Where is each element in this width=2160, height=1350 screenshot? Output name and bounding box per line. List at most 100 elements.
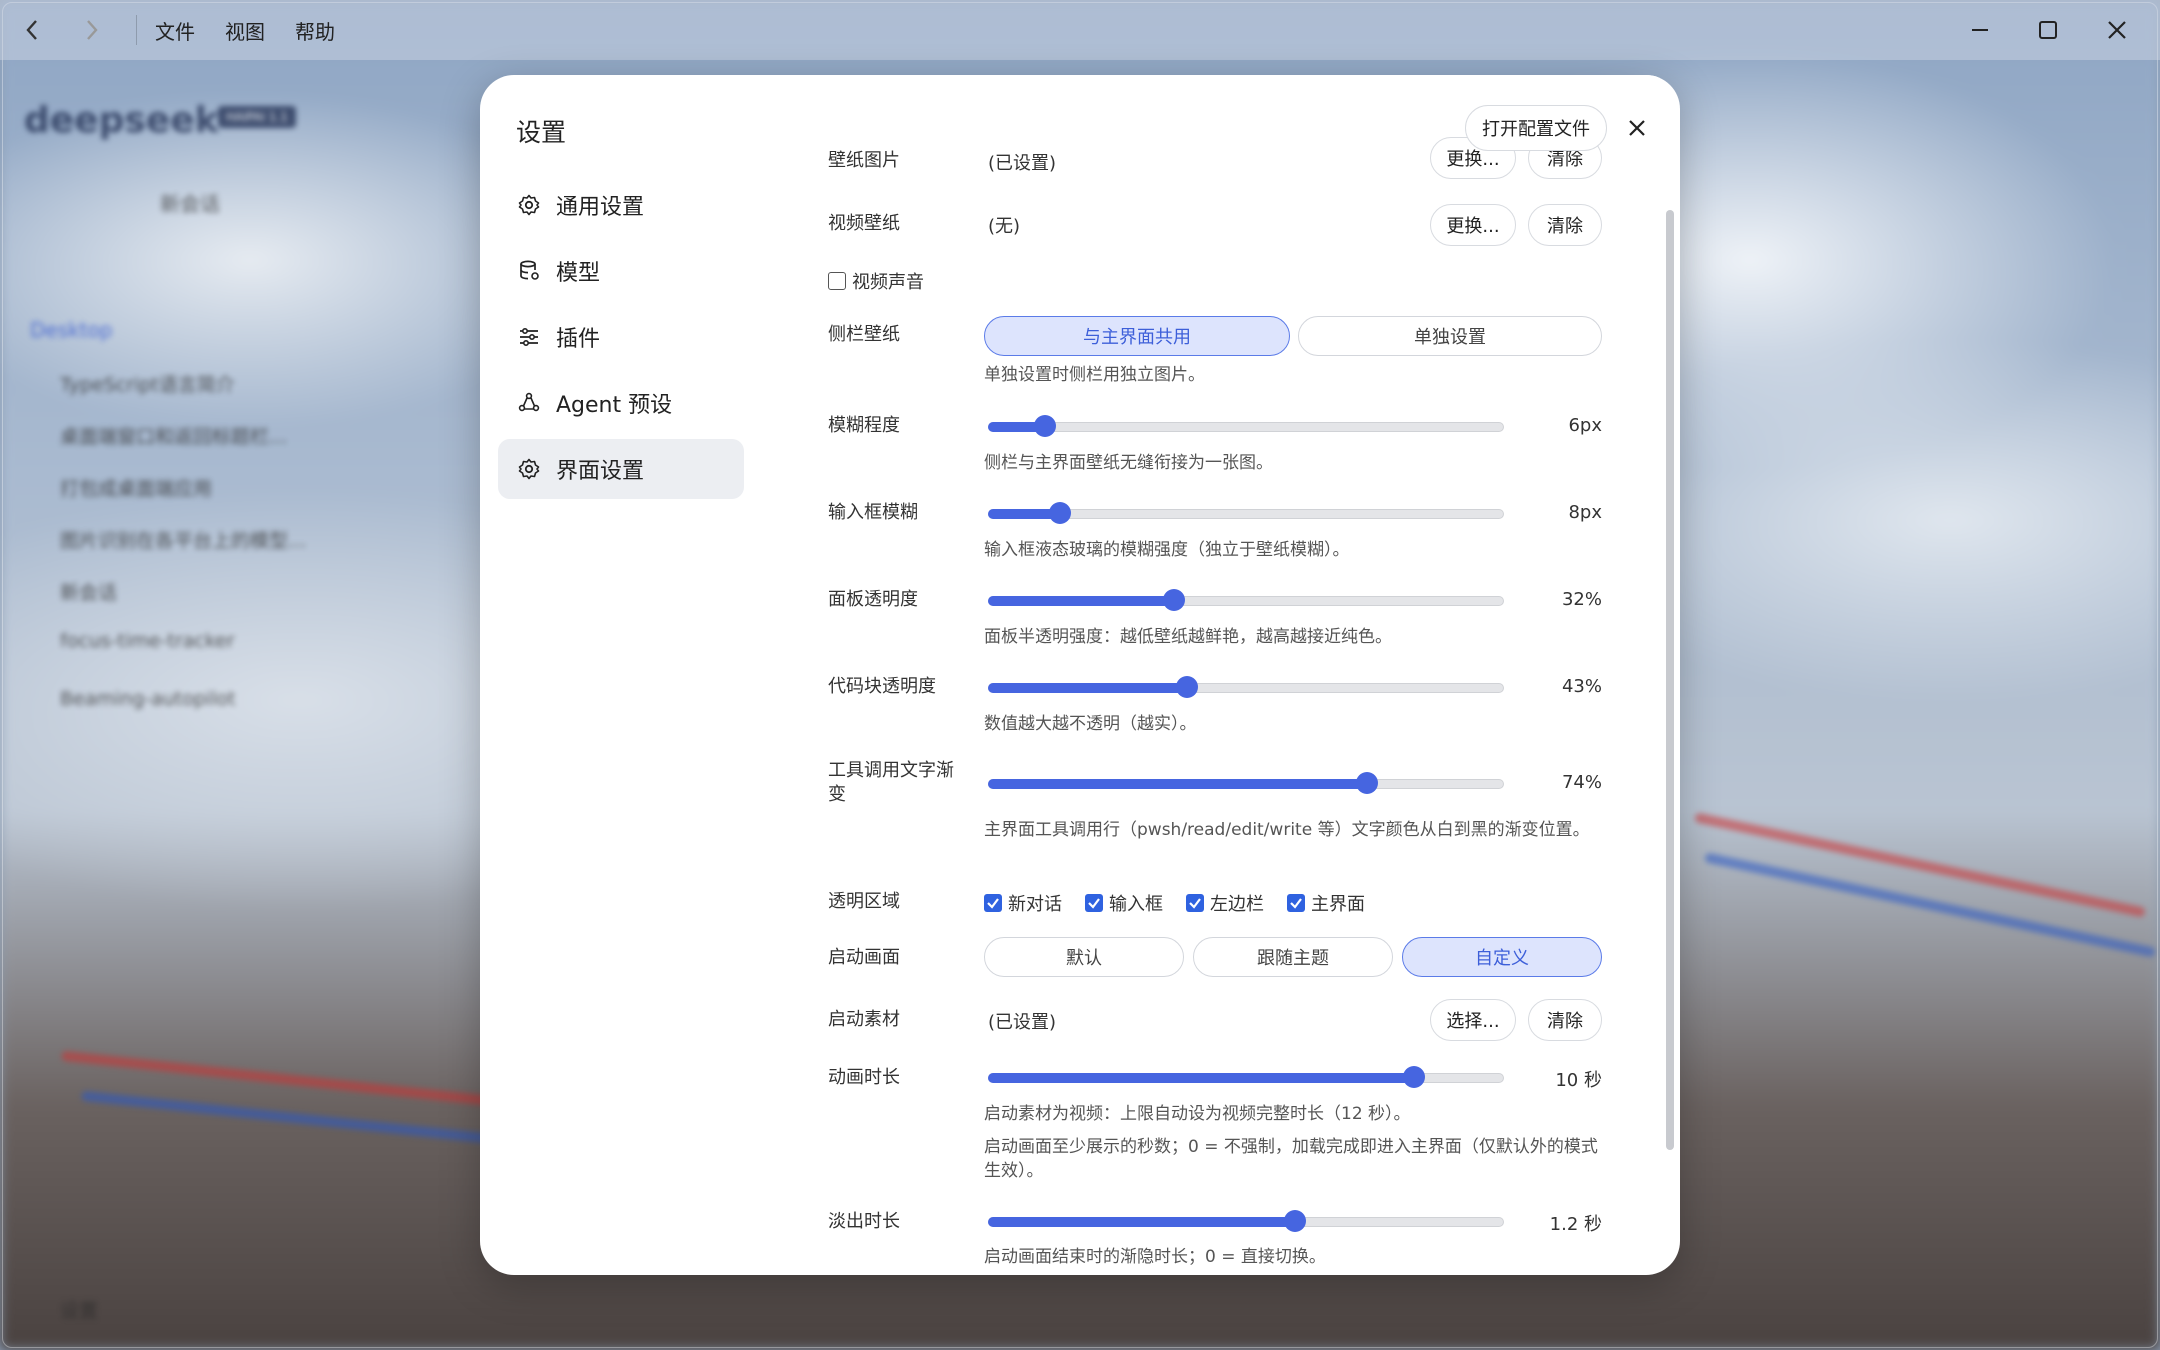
splash-label: 启动画面 xyxy=(828,947,900,968)
forward-button[interactable] xyxy=(72,10,112,50)
maximize-icon xyxy=(2039,21,2057,39)
panel-opacity-slider[interactable] xyxy=(988,589,1504,611)
slider-thumb[interactable] xyxy=(1403,1066,1425,1088)
tool-gradient-value: 74% xyxy=(1561,772,1602,793)
close-icon xyxy=(1629,120,1645,136)
transparent-new-chat-checkbox[interactable]: 新对话 xyxy=(984,890,1062,916)
video-sound-checkbox[interactable]: 视频声音 xyxy=(828,268,924,294)
slider-fill xyxy=(988,1217,1295,1227)
checkbox-label: 主界面 xyxy=(1311,894,1365,915)
splash-custom-option[interactable]: 自定义 xyxy=(1402,937,1602,977)
slider-track xyxy=(988,422,1504,432)
splash-default-option[interactable]: 默认 xyxy=(984,937,1184,977)
checkbox-checked-icon xyxy=(1287,894,1305,912)
list-item: TypeScript语言简介 xyxy=(60,374,235,396)
transparent-input-checkbox[interactable]: 输入框 xyxy=(1085,890,1163,916)
blur-value: 6px xyxy=(1568,415,1602,436)
tool-gradient-slider[interactable] xyxy=(988,772,1504,794)
nav-label: 通用设置 xyxy=(556,195,645,220)
open-config-button[interactable]: 打开配置文件 xyxy=(1465,105,1607,151)
list-item: 图片识别在各平台上的模型... xyxy=(60,530,307,552)
blur-label: 模糊程度 xyxy=(828,415,900,436)
new-chat-button: 新会话 xyxy=(160,192,220,216)
menu-help[interactable]: 帮助 xyxy=(295,16,335,45)
video-wallpaper-value: (无) xyxy=(988,216,1021,237)
app-logo: deepseek xyxy=(24,100,219,141)
list-item: 打包成桌面端应用 xyxy=(60,478,213,500)
slider-thumb[interactable] xyxy=(1049,502,1071,524)
slider-thumb[interactable] xyxy=(1284,1210,1306,1232)
input-blur-slider[interactable] xyxy=(988,502,1504,524)
slider-fill xyxy=(988,779,1367,789)
video-sound-label: 视频声音 xyxy=(852,272,924,293)
sidebar-wallpaper-label: 侧栏壁纸 xyxy=(828,324,900,345)
nav-interface[interactable]: 界面设置 xyxy=(498,439,744,499)
panel-opacity-label: 面板透明度 xyxy=(828,589,918,610)
video-wallpaper-clear-button[interactable]: 清除 xyxy=(1528,204,1602,246)
folder-desktop: Desktop xyxy=(30,318,113,342)
minimize-button[interactable] xyxy=(1945,0,2015,60)
anim-duration-slider[interactable] xyxy=(988,1066,1504,1088)
nav-plugins[interactable]: 插件 xyxy=(498,307,744,367)
close-icon xyxy=(2108,21,2126,39)
nav-general[interactable]: 通用设置 xyxy=(498,175,744,235)
slider-thumb[interactable] xyxy=(1163,589,1185,611)
input-blur-label: 输入框模糊 xyxy=(828,502,918,523)
agent-icon xyxy=(516,390,542,416)
list-item: focus-time-tracker xyxy=(60,630,235,652)
slider-thumb[interactable] xyxy=(1356,772,1378,794)
anim-duration-value: 10 秒 xyxy=(1555,1070,1602,1091)
video-wallpaper-change-button[interactable]: 更换... xyxy=(1430,204,1516,246)
sidebar-wallpaper-shared-option[interactable]: 与主界面共用 xyxy=(984,316,1290,356)
tool-gradient-label: 工具调用文字渐变 xyxy=(828,760,954,805)
panel-opacity-hint: 面板半透明强度：越低壁纸越鲜艳，越高越接近纯色。 xyxy=(984,627,1392,647)
code-opacity-slider[interactable] xyxy=(988,676,1504,698)
splash-asset-clear-button[interactable]: 清除 xyxy=(1528,999,1602,1041)
slider-fill xyxy=(988,683,1187,693)
fade-duration-label: 淡出时长 xyxy=(828,1211,900,1232)
checkbox-label: 左边栏 xyxy=(1210,894,1264,915)
settings-nav: 通用设置 模型 插件 Agent 预设 界面设置 xyxy=(498,175,744,505)
slider-thumb[interactable] xyxy=(1034,415,1056,437)
back-button[interactable] xyxy=(12,10,52,50)
fade-duration-slider[interactable] xyxy=(988,1210,1504,1232)
splash-theme-option[interactable]: 跟随主题 xyxy=(1193,937,1393,977)
gear-icon xyxy=(516,456,542,482)
window-close-button[interactable] xyxy=(2082,0,2152,60)
title-bar: 文件 视图 帮助 xyxy=(0,0,2160,60)
chevron-left-icon xyxy=(26,20,37,40)
nav-agent-presets[interactable]: Agent 预设 xyxy=(498,373,744,433)
menu-file[interactable]: 文件 xyxy=(155,16,195,45)
blur-slider[interactable] xyxy=(988,415,1504,437)
nav-models[interactable]: 模型 xyxy=(498,241,744,301)
nav-label: 界面设置 xyxy=(556,459,645,484)
anim-duration-hint-min: 启动画面至少展示的秒数；0 = 不强制，加载完成即进入主界面（仅默认外的模式生效… xyxy=(984,1137,1598,1181)
menu-view[interactable]: 视图 xyxy=(225,16,265,45)
settings-dialog: 壁纸图片 (已设置) 更换... 清除 视频壁纸 (无) 更换... 清除 视频… xyxy=(480,75,1680,1275)
version-badge: HAIPAI 1.1 xyxy=(218,106,296,128)
list-item: 桌面端窗口和返回标题栏... xyxy=(60,426,288,448)
slider-thumb[interactable] xyxy=(1176,676,1198,698)
checkbox-box xyxy=(828,272,846,290)
sidebar-wallpaper-separate-option[interactable]: 单独设置 xyxy=(1298,316,1602,356)
titlebar-divider xyxy=(136,15,137,45)
database-icon xyxy=(516,258,542,284)
dialog-close-button[interactable] xyxy=(1617,108,1657,148)
chevron-right-icon xyxy=(87,20,98,40)
fade-duration-value: 1.2 秒 xyxy=(1549,1214,1602,1235)
list-item: Beaming-autopilot xyxy=(60,688,236,710)
slider-fill xyxy=(988,596,1174,606)
maximize-button[interactable] xyxy=(2013,0,2083,60)
nav-label: Agent 预设 xyxy=(556,393,673,418)
transparent-main-checkbox[interactable]: 主界面 xyxy=(1287,890,1365,916)
checkbox-label: 新对话 xyxy=(1008,894,1062,915)
sliders-icon xyxy=(516,324,542,350)
fade-duration-hint: 启动画面结束时的渐隐时长；0 = 直接切换。 xyxy=(984,1247,1326,1267)
splash-asset-choose-button[interactable]: 选择... xyxy=(1430,999,1516,1041)
scrollbar[interactable] xyxy=(1666,210,1674,1150)
code-opacity-value: 43% xyxy=(1561,676,1602,697)
transparent-sidebar-checkbox[interactable]: 左边栏 xyxy=(1186,890,1264,916)
background-sidebar: deepseek HAIPAI 1.1 新会话 Desktop TypeScri… xyxy=(0,60,420,1350)
minimize-icon xyxy=(1972,29,1988,31)
splash-asset-value: (已设置) xyxy=(988,1012,1057,1033)
